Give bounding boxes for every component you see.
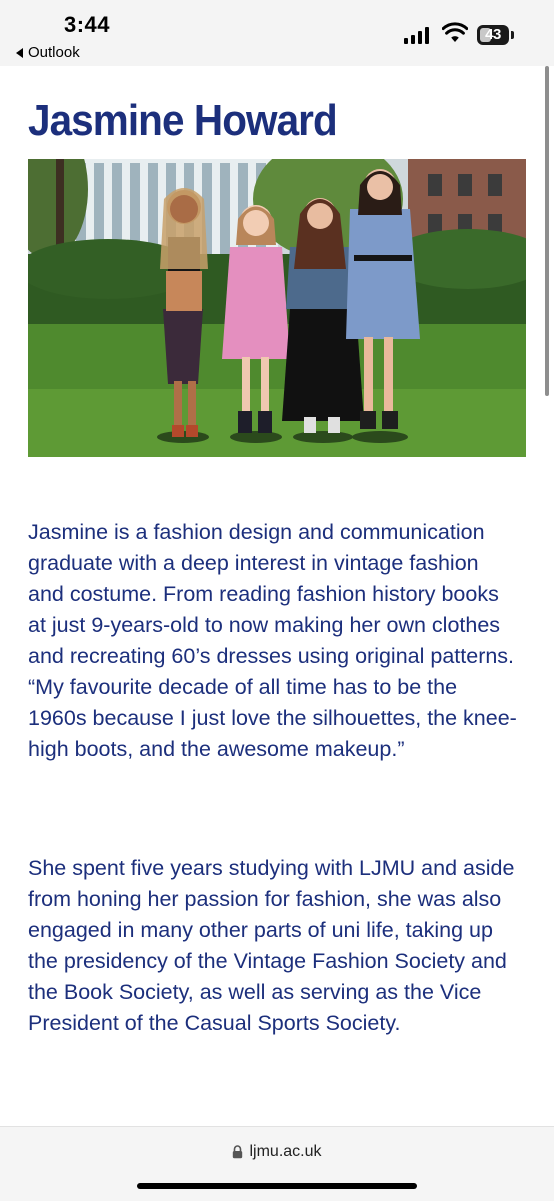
- web-content[interactable]: Jasmine Howard Jasmine is a fashion desi…: [0, 66, 554, 1126]
- bio-paragraph: She spent five years studying with LJMU …: [28, 856, 515, 1035]
- battery-percentage: 43: [485, 26, 501, 43]
- address-bar[interactable]: ljmu.ac.uk: [0, 1143, 554, 1161]
- battery-nub: [511, 31, 514, 39]
- lock-icon: [233, 1145, 243, 1159]
- back-triangle-icon: [16, 47, 23, 58]
- bio-paragraph: Jasmine is a fashion design and communic…: [28, 520, 517, 761]
- browser-bottom-bar: ljmu.ac.uk: [0, 1126, 554, 1201]
- back-app-label: Outlook: [28, 44, 80, 61]
- back-to-app-button[interactable]: Outlook: [16, 44, 80, 61]
- status-bar: 3:44 Outlook 43: [0, 0, 554, 66]
- url-text: ljmu.ac.uk: [249, 1143, 322, 1160]
- group-photo-illustration: [28, 159, 526, 457]
- page-title: Jasmine Howard: [28, 96, 338, 145]
- battery-icon: 43: [477, 25, 509, 45]
- profile-photo: [28, 159, 526, 457]
- status-time: 3:44: [64, 12, 111, 37]
- home-indicator[interactable]: [137, 1183, 417, 1189]
- scrollbar[interactable]: [545, 66, 549, 396]
- cellular-signal-icon: [404, 26, 429, 44]
- wifi-icon: [442, 22, 468, 42]
